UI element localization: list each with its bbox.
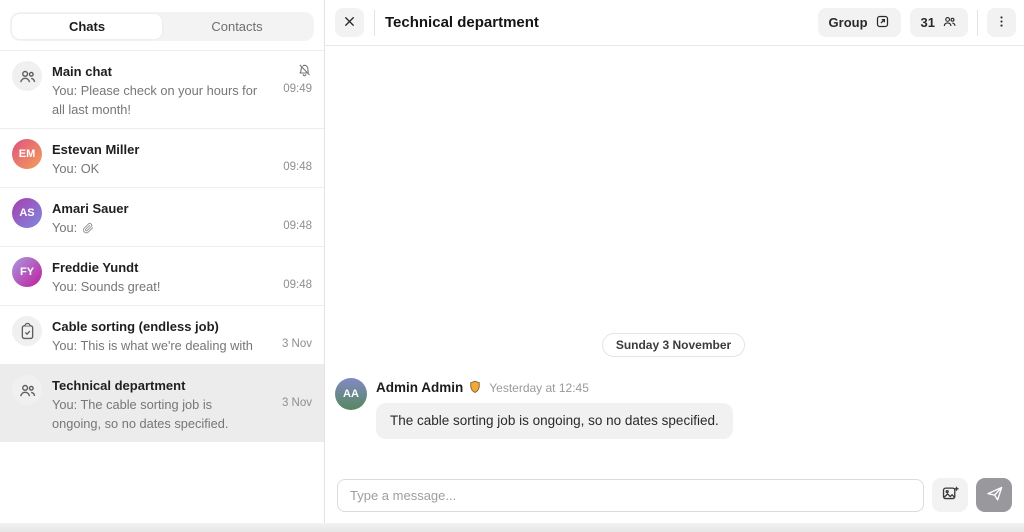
shield-badge-icon bbox=[468, 380, 482, 395]
member-count: 31 bbox=[921, 15, 935, 30]
chat-time: 09:48 bbox=[283, 276, 312, 295]
chat-time: 3 Nov bbox=[282, 335, 312, 354]
chat-preview: You: This is what we're dealing with bbox=[52, 336, 262, 355]
clipboard-check-icon bbox=[12, 316, 42, 346]
window-bottom-edge bbox=[0, 523, 1024, 532]
group-icon bbox=[12, 61, 42, 91]
bell-slash-icon bbox=[297, 61, 312, 80]
chat-list-item[interactable]: Technical departmentYou: The cable sorti… bbox=[0, 364, 324, 442]
sender-name: Admin Admin bbox=[376, 380, 463, 395]
message-bubble: The cable sorting job is ongoing, so no … bbox=[376, 403, 733, 439]
header-divider bbox=[374, 10, 375, 36]
chat-title: Main chat bbox=[52, 61, 262, 81]
chat-title: Estevan Miller bbox=[52, 139, 262, 159]
chat-preview: You: The cable sorting job is ongoing, s… bbox=[52, 395, 262, 433]
chat-list-item[interactable]: Main chatYou: Please check on your hours… bbox=[0, 50, 324, 128]
chat-title: Cable sorting (endless job) bbox=[52, 316, 262, 336]
message: AA Admin Admin Yesterday at 12:45 The ca… bbox=[335, 378, 1012, 439]
chat-app-window: Chats Contacts Main chatYou: Please chec… bbox=[0, 0, 1024, 523]
group-link-button[interactable]: Group bbox=[818, 8, 901, 37]
date-separator: Sunday 3 November bbox=[602, 333, 745, 357]
chat-list: Main chatYou: Please check on your hours… bbox=[0, 50, 324, 523]
chat-list-item[interactable]: FY Freddie YundtYou: Sounds great! 09:48 bbox=[0, 246, 324, 305]
group-button-label: Group bbox=[829, 15, 868, 30]
chat-time: 09:48 bbox=[283, 217, 312, 236]
chat-preview: You: OK bbox=[52, 159, 262, 178]
close-button[interactable] bbox=[335, 8, 364, 37]
chat-avatar: FY bbox=[12, 257, 42, 287]
chat-title: Amari Sauer bbox=[52, 198, 262, 218]
members-count-button[interactable]: 31 bbox=[910, 8, 968, 37]
header-divider bbox=[977, 10, 978, 36]
conversation-title: Technical department bbox=[385, 14, 808, 31]
tab-contacts[interactable]: Contacts bbox=[162, 14, 312, 39]
external-link-icon bbox=[875, 14, 890, 32]
send-button[interactable] bbox=[976, 478, 1012, 512]
chat-list-item[interactable]: AS Amari SauerYou: 09:48 bbox=[0, 187, 324, 246]
group-icon bbox=[12, 375, 42, 405]
conversation-header: Technical department Group 31 bbox=[325, 0, 1024, 46]
send-icon bbox=[985, 484, 1004, 506]
chat-time: 3 Nov bbox=[282, 394, 312, 413]
chat-avatar: EM bbox=[12, 139, 42, 169]
sidebar: Chats Contacts Main chatYou: Please chec… bbox=[0, 0, 325, 523]
chat-title: Technical department bbox=[52, 375, 262, 395]
kebab-menu-icon bbox=[994, 14, 1009, 32]
message-timestamp: Yesterday at 12:45 bbox=[489, 381, 589, 395]
sidebar-tabs: Chats Contacts bbox=[0, 0, 324, 50]
more-options-button[interactable] bbox=[987, 8, 1016, 37]
chat-preview: You: bbox=[52, 218, 262, 237]
paperclip-icon bbox=[77, 220, 95, 235]
image-plus-icon bbox=[941, 484, 960, 506]
chat-preview: You: Sounds great! bbox=[52, 277, 262, 296]
composer bbox=[325, 469, 1024, 523]
chat-time: 09:48 bbox=[283, 158, 312, 177]
attach-image-button[interactable] bbox=[932, 478, 968, 512]
sender-avatar[interactable]: AA bbox=[335, 378, 367, 410]
group-icon bbox=[942, 14, 957, 32]
message-input[interactable] bbox=[337, 479, 924, 512]
chat-preview: You: Please check on your hours for all … bbox=[52, 81, 262, 119]
conversation-panel: Technical department Group 31 Sunday 3 N… bbox=[325, 0, 1024, 523]
chat-list-item[interactable]: EM Estevan MillerYou: OK 09:48 bbox=[0, 128, 324, 187]
chat-list-item[interactable]: Cable sorting (endless job)You: This is … bbox=[0, 305, 324, 364]
close-icon bbox=[342, 14, 357, 32]
chat-avatar: AS bbox=[12, 198, 42, 228]
chat-time: 09:49 bbox=[283, 80, 312, 99]
messages-area[interactable]: Sunday 3 November AA Admin Admin Yesterd… bbox=[325, 46, 1024, 469]
chat-title: Freddie Yundt bbox=[52, 257, 262, 277]
tab-chats[interactable]: Chats bbox=[12, 14, 162, 39]
